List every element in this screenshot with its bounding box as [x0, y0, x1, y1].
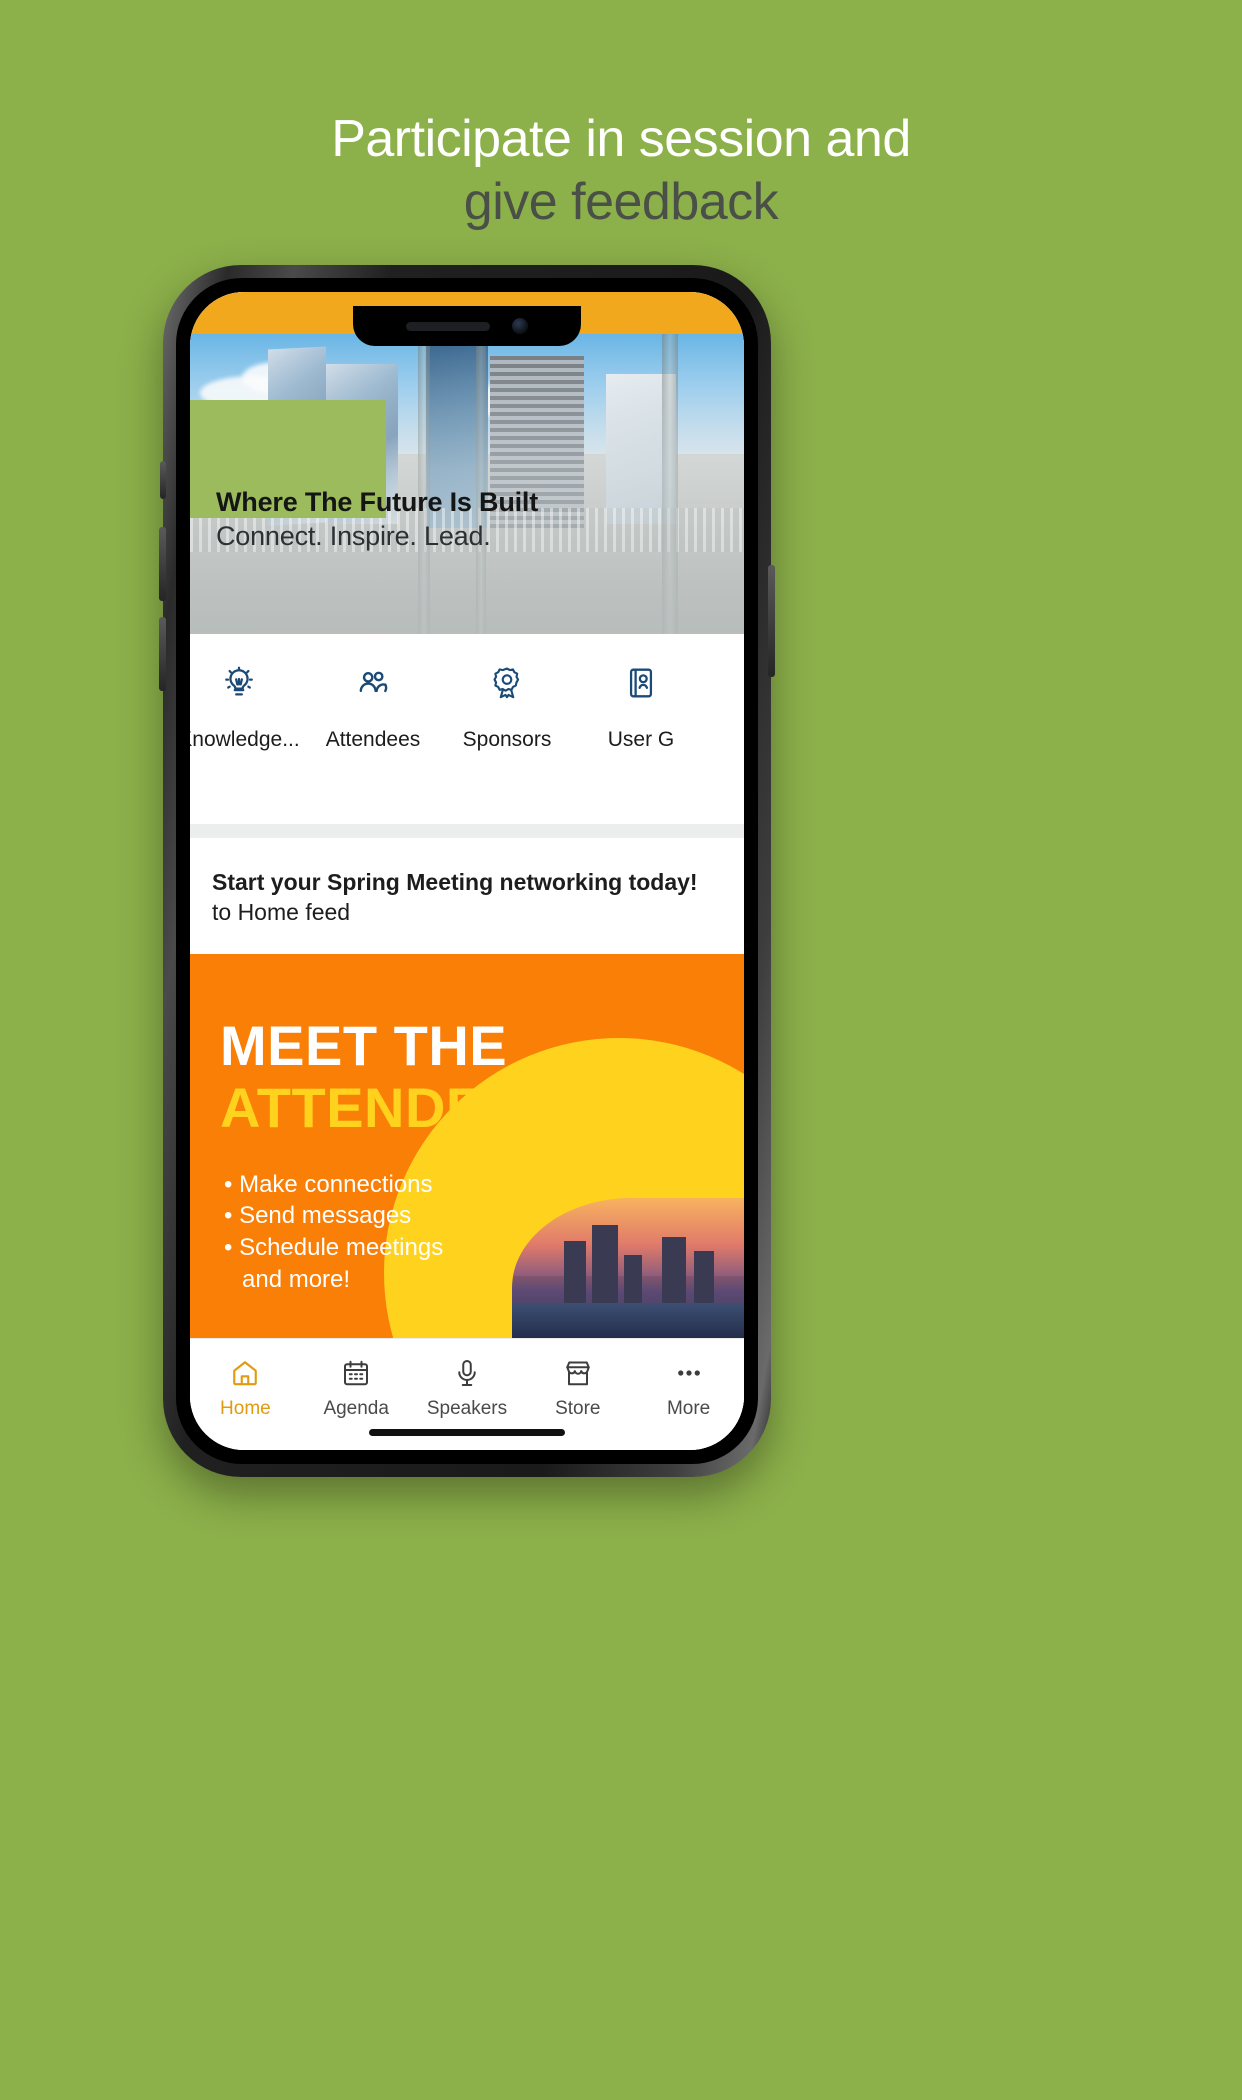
guide-book-icon — [574, 660, 708, 706]
quick-nav-row[interactable]: Knowledge... Attendees Sponsors User G — [190, 660, 744, 752]
promo-headline-line2: give feedback — [463, 173, 779, 232]
store-icon — [522, 1353, 633, 1393]
tab-home[interactable]: Home — [190, 1353, 301, 1420]
award-ribbon-icon — [440, 660, 574, 706]
app-viewport: Where The Future Is Built Connect. Inspi… — [190, 292, 744, 1450]
quick-nav-label: User G — [607, 728, 675, 751]
front-camera-icon — [512, 318, 528, 334]
tab-label: Agenda — [323, 1398, 389, 1419]
volume-up-button[interactable] — [159, 527, 166, 601]
section-divider — [190, 824, 744, 838]
quick-nav-section: Knowledge... Attendees Sponsors User G — [190, 634, 744, 824]
quick-nav-item-attendees[interactable]: Attendees — [306, 660, 440, 752]
tab-agenda[interactable]: Agenda — [301, 1353, 412, 1420]
tab-speakers[interactable]: Speakers — [412, 1353, 523, 1420]
feed-post[interactable]: Start your Spring Meeting networking tod… — [190, 838, 744, 954]
hero-title: Where The Future Is Built — [216, 487, 539, 517]
quick-nav-item-sponsors[interactable]: Sponsors — [440, 660, 574, 752]
home-icon — [190, 1353, 301, 1393]
quick-nav-item-knowledge[interactable]: Knowledge... — [190, 660, 306, 752]
feed-post-bold: Start your Spring Meeting networking tod… — [212, 869, 698, 895]
phone-mockup: Where The Future Is Built Connect. Inspi… — [159, 265, 775, 1477]
tab-label: More — [666, 1398, 711, 1419]
banner-photo-water — [512, 1303, 744, 1338]
calendar-icon — [301, 1353, 412, 1393]
tab-label: Store — [555, 1398, 601, 1419]
banner-tower — [564, 1241, 586, 1303]
lightbulb-icon — [190, 660, 306, 706]
promo-headline-line1: Participate in session and — [331, 110, 911, 168]
quick-nav-item-user-guide[interactable]: User G — [574, 660, 708, 752]
tab-more[interactable]: More — [633, 1353, 744, 1420]
phone-notch — [353, 306, 581, 346]
promo-banner-card[interactable]: MEET THE ATTENDEES Make connections Send… — [190, 953, 744, 1338]
quick-nav-label: Sponsors — [462, 728, 552, 751]
banner-bullet-list: Make connections Send messages Schedule … — [224, 1169, 443, 1296]
home-indicator[interactable] — [369, 1429, 565, 1436]
banner-tower — [694, 1251, 714, 1303]
promo-headline: Participate in session and give feedback — [0, 108, 1242, 235]
hero-banner[interactable]: Where The Future Is Built Connect. Inspi… — [190, 334, 744, 634]
power-button[interactable] — [768, 565, 775, 677]
tab-store[interactable]: Store — [522, 1353, 633, 1420]
banner-tower — [624, 1255, 642, 1303]
tab-label: Home — [220, 1398, 271, 1419]
banner-headline-bottom: ATTENDEES — [220, 1075, 560, 1139]
phone-bezel: Where The Future Is Built Connect. Inspi… — [176, 278, 758, 1464]
banner-bullet: Make connections — [224, 1169, 443, 1201]
banner-tower — [592, 1225, 618, 1303]
banner-bullet: and more! — [242, 1265, 351, 1293]
banner-tower — [662, 1237, 686, 1303]
earpiece-speaker-icon — [406, 321, 490, 331]
hero-text-group: Where The Future Is Built Connect. Inspi… — [216, 487, 730, 552]
feed-post-rest: to Home feed — [212, 898, 351, 925]
phone-screen: Where The Future Is Built Connect. Inspi… — [190, 292, 744, 1450]
banner-city-photo — [512, 1198, 744, 1338]
microphone-icon — [412, 1353, 523, 1393]
quick-nav-label: Knowledge... — [190, 728, 300, 751]
tab-label: Speakers — [426, 1398, 508, 1419]
hero-subtitle: Connect. Inspire. Lead. — [216, 521, 491, 551]
silent-switch[interactable] — [160, 461, 166, 499]
banner-bullet: Schedule meetings — [224, 1232, 443, 1264]
banner-bullet: Send messages — [224, 1200, 443, 1232]
quick-nav-label: Attendees — [325, 728, 421, 751]
volume-down-button[interactable] — [159, 617, 166, 691]
banner-headline-top: MEET THE — [220, 1013, 508, 1077]
feed-post-text: Start your Spring Meeting networking tod… — [212, 868, 722, 928]
ellipsis-icon — [633, 1353, 744, 1393]
people-icon — [306, 660, 440, 706]
